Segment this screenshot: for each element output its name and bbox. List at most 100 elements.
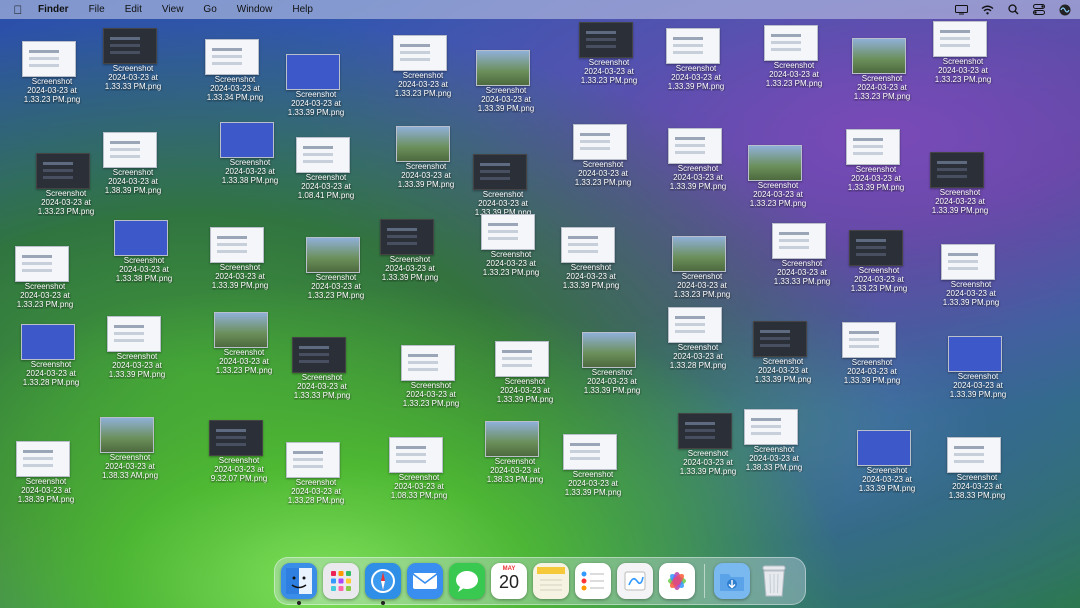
menu-edit[interactable]: Edit: [125, 4, 142, 15]
desktop-file-screenshot[interactable]: Screenshot 2024-03-23 at 1.33.38 PM.png: [206, 122, 294, 185]
desktop-file-screenshot[interactable]: Screenshot 2024-03-23 at 1.33.23 PM.png: [467, 214, 555, 277]
file-label-line: 2024-03-23 at: [225, 167, 275, 176]
desktop-file-screenshot[interactable]: Screenshot 2024-03-23 at 1.33.33 PM.png: [89, 28, 177, 91]
desktop-file-screenshot[interactable]: Screenshot 2024-03-23 at 1.33.34 PM.png: [191, 39, 279, 102]
desktop-file-screenshot[interactable]: Screenshot 2024-03-23 at 1.33.39 PM.png: [828, 322, 916, 385]
file-label: Screenshot 2024-03-23 at 1.33.39 PM.png: [654, 164, 742, 191]
file-label: Screenshot 2024-03-23 at 1.33.39 PM.png: [843, 466, 931, 493]
menu-finder[interactable]: Finder: [38, 4, 69, 15]
desktop-file-screenshot[interactable]: Screenshot 2024-03-23 at 1.33.23 PM.png: [1, 246, 89, 309]
desktop-file-screenshot[interactable]: Screenshot 2024-03-23 at 1.33.39 PM.png: [549, 434, 637, 497]
file-label-line: 1.33.23 PM.png: [765, 79, 823, 88]
desktop-file-screenshot[interactable]: Screenshot 2024-03-23 at 1.33.39 PM.png: [462, 50, 550, 113]
file-label-line: Screenshot: [389, 255, 431, 264]
apple-menu-icon[interactable]: : [12, 3, 24, 17]
desktop-file-screenshot[interactable]: Screenshot 2024-03-23 at 1.33.39 PM.png: [739, 321, 827, 384]
desktop-file-screenshot[interactable]: Screenshot 2024-03-23 at 1.33.39 PM.png: [652, 28, 740, 91]
desktop-file-screenshot[interactable]: Screenshot 2024-03-23 at 1.08.33 PM.png: [375, 437, 463, 500]
desktop-file-screenshot[interactable]: Screenshot 2024-03-23 at 1.33.39 PM.png: [481, 341, 569, 404]
desktop-file-screenshot[interactable]: Screenshot 2024-03-23 at 1.38.33 PM.png: [933, 437, 1021, 500]
search-icon[interactable]: [1006, 4, 1020, 16]
finder-icon[interactable]: [281, 563, 317, 605]
trash-icon[interactable]: [756, 563, 792, 599]
file-label: Screenshot 2024-03-23 at 1.33.33 PM.png: [278, 373, 366, 400]
desktop-file-screenshot[interactable]: Screenshot 2024-03-23 at 1.33.38 PM.png: [100, 220, 188, 283]
photos-icon[interactable]: [659, 563, 695, 599]
desktop-file-screenshot[interactable]: Screenshot 2024-03-23 at 1.33.28 PM.png: [654, 307, 742, 370]
file-label-line: 2024-03-23 at: [777, 268, 827, 277]
desktop-file-screenshot[interactable]: Screenshot 2024-03-23 at 1.33.23 PM.png: [734, 145, 822, 208]
desktop-file-screenshot[interactable]: Screenshot 2024-03-23 at 1.33.39 PM.png: [272, 54, 360, 117]
desktop-file-screenshot[interactable]: Screenshot 2024-03-23 at 1.38.33 AM.png: [86, 417, 174, 480]
desktop-file-screenshot[interactable]: Screenshot 2024-03-23 at 1.33.23 PM.png: [835, 230, 923, 293]
file-label-line: Screenshot: [582, 160, 624, 169]
file-label-line: 1.33.34 PM.png: [206, 93, 264, 102]
file-label-line: 1.38.39 PM.png: [17, 495, 75, 504]
desktop-file-screenshot[interactable]: Screenshot 2024-03-23 at 1.33.39 PM.png: [934, 336, 1022, 399]
desktop-file-screenshot[interactable]: Screenshot 2024-03-23 at 1.33.28 PM.png: [7, 324, 95, 387]
desktop-file-screenshot[interactable]: Screenshot 2024-03-23 at 1.33.39 PM.png: [843, 430, 931, 493]
desktop-file-screenshot[interactable]: Screenshot 2024-03-23 at 1.38.33 PM.png: [471, 421, 559, 484]
file-label-line: 1.33.39 PM.png: [562, 281, 620, 290]
desktop-file-screenshot[interactable]: Screenshot 2024-03-23 at 1.33.23 PM.png: [919, 21, 1007, 84]
desktop-file-screenshot[interactable]: Screenshot 2024-03-23 at 9.32.07 PM.png: [195, 420, 283, 483]
desktop-file-screenshot[interactable]: Screenshot 2024-03-23 at 1.08.41 PM.png: [282, 137, 370, 200]
desktop-file-screenshot[interactable]: Screenshot 2024-03-23 at 1.33.28 PM.png: [272, 442, 360, 505]
menu-help[interactable]: Help: [292, 4, 313, 15]
desktop-file-screenshot[interactable]: Screenshot 2024-03-23 at 1.33.23 PM.png: [8, 41, 96, 104]
reminders-icon[interactable]: [575, 563, 611, 599]
desktop-file-screenshot[interactable]: Screenshot 2024-03-23 at 1.33.39 PM.png: [832, 129, 920, 192]
desktop-file-screenshot[interactable]: Screenshot 2024-03-23 at 1.33.39 PM.png: [916, 152, 1004, 215]
menu-go[interactable]: Go: [203, 4, 216, 15]
desktop-file-screenshot[interactable]: Screenshot 2024-03-23 at 1.33.39 PM.png: [196, 227, 284, 290]
menu-bar:  Finder File Edit View Go Window Help: [0, 0, 1080, 19]
file-label-line: Screenshot: [301, 373, 343, 382]
desktop-file-screenshot[interactable]: Screenshot 2024-03-23 at 1.33.23 PM.png: [750, 25, 838, 88]
file-label: Screenshot 2024-03-23 at 1.08.41 PM.png: [282, 173, 370, 200]
file-label-line: 1.33.33 PM.png: [293, 391, 351, 400]
desktop-file-screenshot[interactable]: Screenshot 2024-03-23 at 1.38.39 PM.png: [2, 441, 90, 504]
menu-window[interactable]: Window: [237, 4, 273, 15]
desktop-file-screenshot[interactable]: Screenshot 2024-03-23 at 1.33.39 PM.png: [547, 227, 635, 290]
control-center-icon[interactable]: [1032, 4, 1046, 16]
desktop-file-screenshot[interactable]: Screenshot 2024-03-23 at 1.33.39 PM.png: [459, 154, 547, 217]
desktop-file-screenshot[interactable]: Screenshot 2024-03-23 at 1.33.23 PM.png: [565, 22, 653, 85]
calendar-icon[interactable]: MAY 20: [491, 563, 527, 599]
freeform-icon[interactable]: [617, 563, 653, 599]
display-icon[interactable]: [954, 4, 968, 16]
menu-file[interactable]: File: [89, 4, 105, 15]
wifi-icon[interactable]: [980, 4, 994, 16]
launchpad-icon[interactable]: [323, 563, 359, 599]
file-thumbnail: [100, 417, 154, 453]
siri-icon[interactable]: [1058, 4, 1072, 16]
desktop-file-screenshot[interactable]: Screenshot 2024-03-23 at 1.33.39 PM.png: [927, 244, 1015, 307]
desktop-file-screenshot[interactable]: Screenshot 2024-03-23 at 1.38.39 PM.png: [89, 132, 177, 195]
notes-icon[interactable]: [533, 563, 569, 599]
file-label-line: 2024-03-23 at: [291, 487, 341, 496]
desktop-file-screenshot[interactable]: Screenshot 2024-03-23 at 1.33.23 PM.png: [379, 35, 467, 98]
desktop-file-screenshot[interactable]: Screenshot 2024-03-23 at 1.33.39 PM.png: [568, 332, 656, 395]
file-thumbnail: [849, 230, 903, 266]
desktop-file-screenshot[interactable]: Screenshot 2024-03-23 at 1.33.23 PM.png: [658, 236, 746, 299]
desktop-file-screenshot[interactable]: Screenshot 2024-03-23 at 1.33.39 PM.png: [366, 219, 454, 282]
file-label: Screenshot 2024-03-23 at 1.33.23 PM.png: [835, 266, 923, 293]
downloads-folder-icon[interactable]: [714, 563, 750, 599]
desktop-file-screenshot[interactable]: Screenshot 2024-03-23 at 1.33.33 PM.png: [278, 337, 366, 400]
desktop-file-screenshot[interactable]: Screenshot 2024-03-23 at 1.33.39 PM.png: [382, 126, 470, 189]
messages-icon[interactable]: [449, 563, 485, 599]
desktop-file-screenshot[interactable]: Screenshot 2024-03-23 at 1.38.33 PM.png: [730, 409, 818, 472]
file-thumbnail: [846, 129, 900, 165]
desktop-file-screenshot[interactable]: Screenshot 2024-03-23 at 1.33.23 PM.png: [200, 312, 288, 375]
desktop-file-screenshot[interactable]: Screenshot 2024-03-23 at 1.33.23 PM.png: [559, 124, 647, 187]
desktop-file-screenshot[interactable]: Screenshot 2024-03-23 at 1.33.23 PM.png: [838, 38, 926, 101]
desktop-file-screenshot[interactable]: Screenshot 2024-03-23 at 1.33.33 PM.png: [758, 223, 846, 286]
file-label: Screenshot 2024-03-23 at 1.33.38 PM.png: [100, 256, 188, 283]
safari-icon[interactable]: [365, 563, 401, 605]
desktop-file-screenshot[interactable]: Screenshot 2024-03-23 at 1.33.23 PM.png: [387, 345, 475, 408]
mail-icon[interactable]: [407, 563, 443, 599]
desktop-file-screenshot[interactable]: Screenshot 2024-03-23 at 1.33.39 PM.png: [654, 128, 742, 191]
file-label-line: Screenshot: [855, 165, 897, 174]
desktop-file-screenshot[interactable]: Screenshot 2024-03-23 at 1.33.39 PM.png: [93, 316, 181, 379]
menu-view[interactable]: View: [162, 4, 184, 15]
file-label-line: 1.33.23 PM.png: [394, 89, 452, 98]
